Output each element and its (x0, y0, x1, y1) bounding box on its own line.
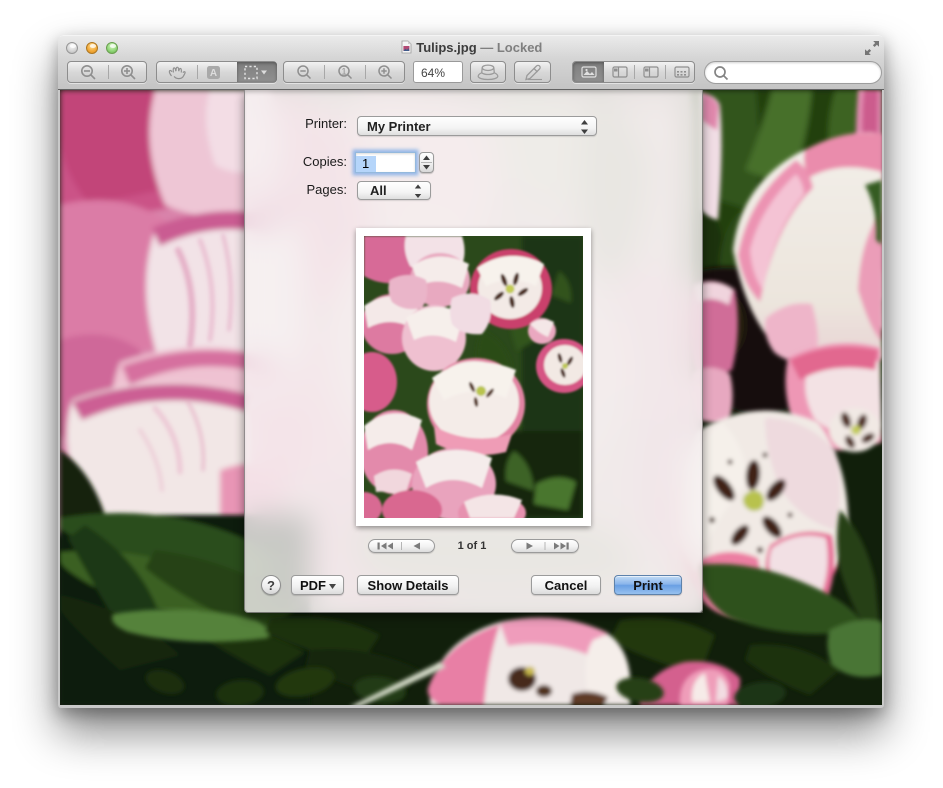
svg-text:1: 1 (341, 67, 346, 77)
svg-text:A: A (210, 68, 217, 79)
